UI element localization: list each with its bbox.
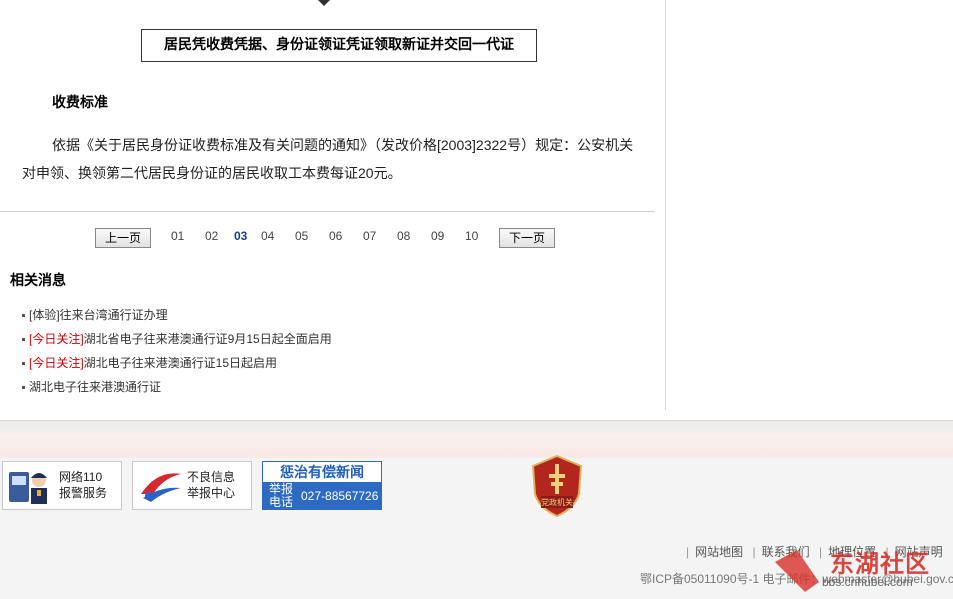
police-badge-line2: 报警服务 bbox=[59, 486, 108, 500]
related-news-title: 相关消息 bbox=[10, 272, 66, 288]
police-badge-line1: 网络110 bbox=[59, 470, 103, 484]
news-link[interactable]: 湖北省电子往来港澳通行证9月15日起全面启用 bbox=[84, 332, 332, 346]
news-link[interactable]: 湖北电子往来港澳通行证15日起启用 bbox=[84, 356, 277, 370]
bullet-icon bbox=[22, 362, 25, 366]
bullet-icon bbox=[22, 386, 25, 390]
page-link-06[interactable]: 06 bbox=[329, 229, 342, 243]
page-link-08[interactable]: 08 bbox=[397, 229, 410, 243]
list-item[interactable]: [体验]往来台湾通行证办理 bbox=[22, 305, 332, 329]
bullet-icon bbox=[22, 314, 25, 318]
related-news-list: [体验]往来台湾通行证办理 [今日关注]湖北省电子往来港澳通行证9月15日起全面… bbox=[22, 305, 332, 401]
news-tag: [今日关注] bbox=[29, 332, 84, 346]
list-item[interactable]: [今日关注]湖北省电子往来港澳通行证9月15日起全面启用 bbox=[22, 329, 332, 353]
flow-step-box: 居民凭收费凭据、身份证领证凭证领取新证并交回一代证 bbox=[141, 29, 537, 62]
hotline-number: 027-88567726 bbox=[301, 489, 379, 503]
article-paragraph: 依据《关于居民身份证收费标准及有关问题的通知》（发改价格[2003]2322号）… bbox=[22, 137, 634, 181]
news-tag: [体验] bbox=[29, 308, 60, 322]
government-emblem-icon[interactable]: 党政机关 bbox=[529, 454, 585, 518]
divider bbox=[0, 211, 655, 212]
page-link-09[interactable]: 09 bbox=[431, 229, 444, 243]
footer-band bbox=[0, 420, 953, 459]
page-link-01[interactable]: 01 bbox=[171, 229, 184, 243]
list-item[interactable]: [今日关注]湖北电子往来港澳通行证15日起启用 bbox=[22, 353, 332, 377]
prev-page-button[interactable]: 上一页 bbox=[95, 228, 151, 248]
report-badge-line1: 不良信息 bbox=[187, 470, 236, 484]
page-link-02[interactable]: 02 bbox=[205, 229, 218, 243]
page-link-10[interactable]: 10 bbox=[465, 229, 478, 243]
next-page-button[interactable]: 下一页 bbox=[499, 228, 555, 248]
page-link-07[interactable]: 07 bbox=[363, 229, 376, 243]
police-110-badge[interactable]: 网络110 报警服务 bbox=[2, 461, 122, 510]
watermark-url: bbs.cnhubei.com bbox=[822, 575, 913, 589]
footer-link-sitemap[interactable]: 网站地图 bbox=[695, 545, 743, 559]
hotline-label-2: 电话 bbox=[269, 495, 294, 509]
paid-news-title: 惩治有偿新闻 bbox=[280, 464, 364, 480]
list-item[interactable]: 湖北电子往来港澳通行证 bbox=[22, 377, 332, 401]
news-tag: [今日关注] bbox=[29, 356, 84, 370]
page-link-05[interactable]: 05 bbox=[295, 229, 308, 243]
emblem-text: 党政机关 bbox=[541, 497, 573, 507]
paid-news-hotline: 举报 电话 027-88567726 bbox=[263, 482, 381, 509]
report-center-icon bbox=[141, 473, 181, 502]
page-link-04[interactable]: 04 bbox=[261, 229, 274, 243]
police-icon bbox=[9, 472, 47, 504]
section-title: 收费标准 bbox=[52, 94, 108, 110]
news-link[interactable]: 往来台湾通行证办理 bbox=[60, 308, 168, 322]
flow-arrow-icon bbox=[318, 0, 330, 6]
report-center-badge[interactable]: 不良信息 举报中心 bbox=[132, 461, 252, 510]
bullet-icon bbox=[22, 338, 25, 342]
right-sidebar bbox=[666, 0, 953, 410]
news-link[interactable]: 湖北电子往来港澳通行证 bbox=[29, 380, 161, 394]
page-link-03[interactable]: 03 bbox=[234, 229, 247, 243]
paid-news-report-badge[interactable]: 惩治有偿新闻 举报 电话 027-88567726 bbox=[262, 461, 382, 510]
report-badge-line2: 举报中心 bbox=[187, 486, 236, 500]
watermark-text: 东湖社区 bbox=[830, 551, 930, 578]
